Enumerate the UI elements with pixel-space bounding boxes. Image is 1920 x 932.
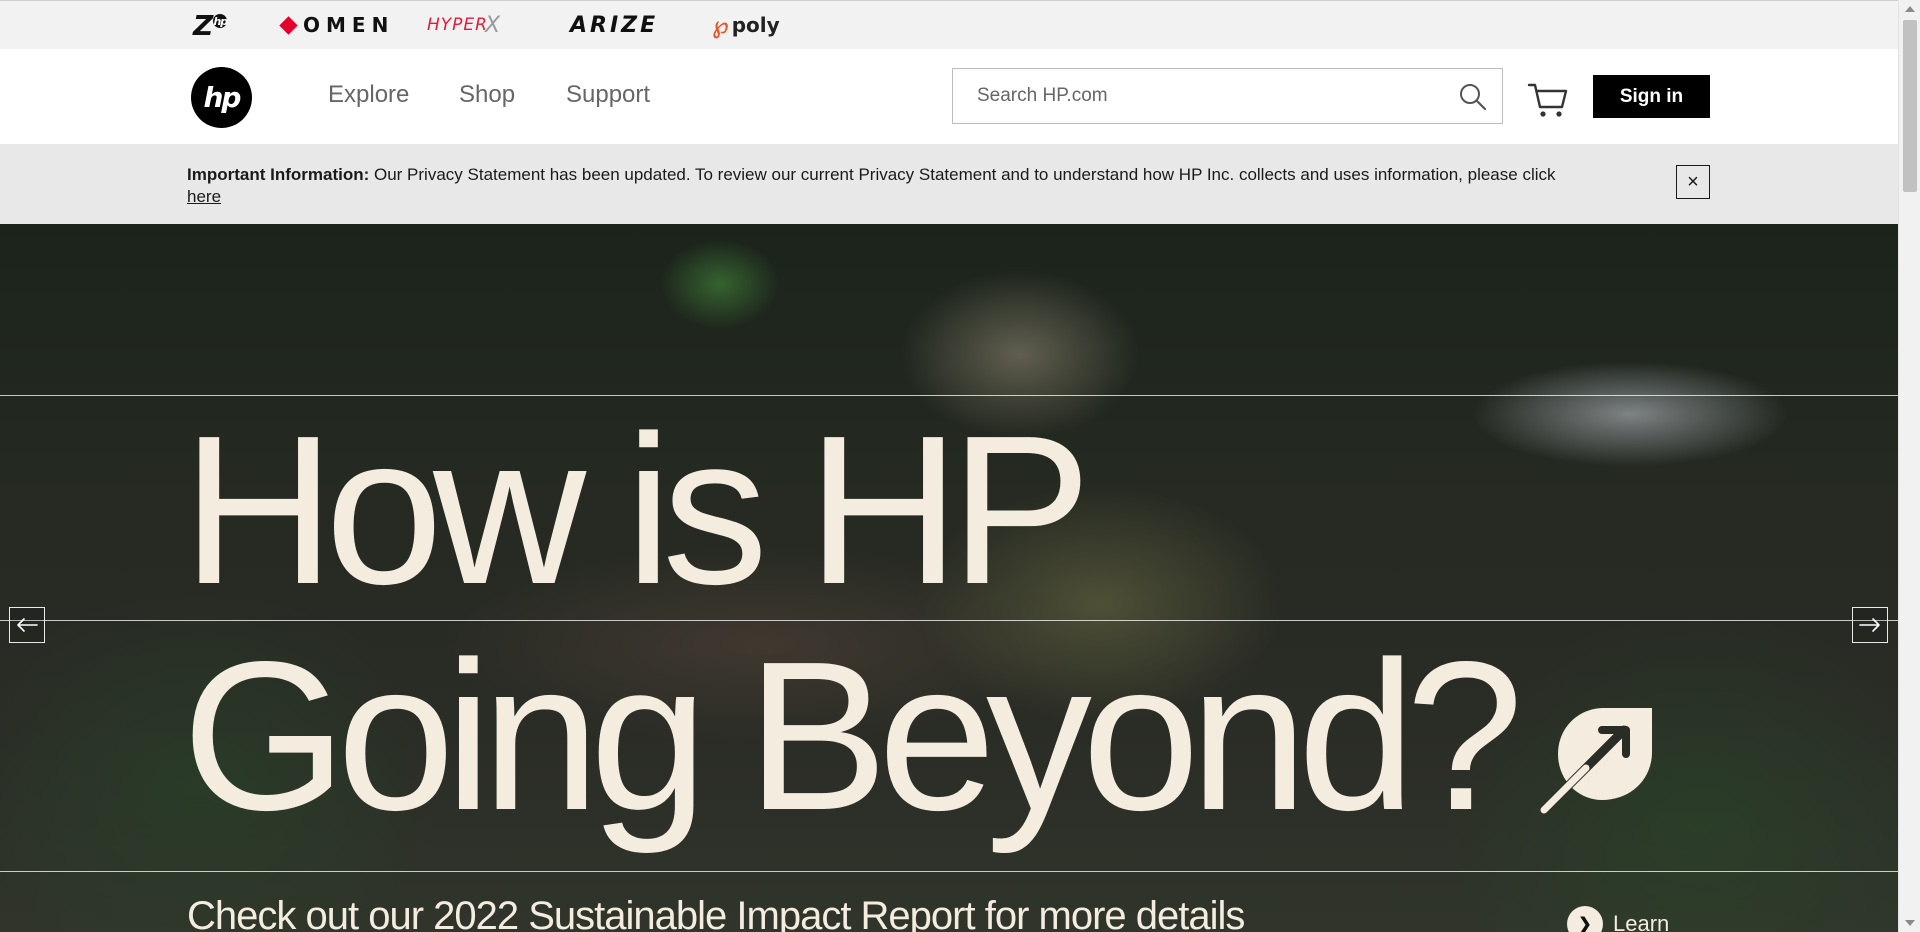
cart-icon[interactable] [1527, 79, 1569, 119]
notice-close-button[interactable]: × [1676, 165, 1710, 199]
notice-here-link[interactable]: here [187, 187, 221, 206]
nav-shop[interactable]: Shop [459, 81, 515, 109]
search-box [952, 68, 1503, 124]
page-scrollbar[interactable] [1898, 0, 1920, 932]
notice-body: Our Privacy Statement has been updated. … [374, 165, 1556, 184]
chevron-right-icon: ❯ [1567, 906, 1603, 932]
search-input[interactable] [953, 69, 1433, 123]
scroll-thumb[interactable] [1903, 20, 1917, 192]
hero-headline-line1: How is HP [182, 391, 1092, 628]
notice-text: Important Information: Our Privacy State… [187, 164, 1587, 208]
hero-headline-line2: Going Beyond? [182, 617, 1524, 854]
poly-mark-icon: ℘ [712, 11, 729, 39]
brand-poly-logo[interactable]: ℘ poly [712, 11, 780, 39]
nav-explore[interactable]: Explore [328, 81, 409, 109]
brand-z-by-hp-logo[interactable]: Zhp [193, 8, 228, 42]
learn-label: Learn [1613, 911, 1670, 932]
brand-omen-text: OMEN [303, 13, 395, 37]
brand-poly-text: poly [731, 13, 780, 37]
brand-arize-text: ARIZE [570, 12, 659, 38]
brand-z-badge: hp [213, 14, 228, 28]
arrow-left-icon [17, 618, 38, 632]
search-icon[interactable] [1458, 82, 1488, 112]
learn-glyph: ❯ [1578, 916, 1592, 932]
carousel-prev-button[interactable] [9, 607, 45, 643]
hp-logo-text: hp [203, 81, 242, 114]
brand-bar: Zhp OMEN HYPER X ARIZE ℘ poly [0, 0, 1898, 49]
sign-in-button[interactable]: Sign in [1593, 75, 1710, 118]
learn-more-link[interactable]: ❯ Learn [1567, 906, 1669, 932]
hp-logo[interactable]: hp [191, 67, 252, 128]
brand-hyperx-x: X [484, 12, 502, 38]
hero-banner: How is HP Going Beyond? Check out our 20… [0, 224, 1898, 932]
hero-divider [0, 871, 1898, 872]
scroll-up-arrow-icon[interactable] [1905, 6, 1915, 12]
privacy-notice: Important Information: Our Privacy State… [0, 144, 1898, 224]
brand-hyperx-text: HYPER [427, 15, 488, 35]
carousel-next-button[interactable] [1852, 607, 1888, 643]
nav-support[interactable]: Support [566, 81, 650, 109]
brand-omen-logo[interactable]: OMEN [279, 11, 395, 39]
scroll-down-arrow-icon[interactable] [1905, 920, 1915, 926]
hero-subline: Check out our 2022 Sustainable Impact Re… [187, 894, 1245, 932]
brand-hyperx-logo[interactable]: HYPER X [427, 11, 501, 39]
site-header: hp Explore Shop Support Sign in [0, 49, 1898, 144]
notice-label: Important Information: [187, 165, 370, 184]
leaf-arrow-icon [1540, 708, 1652, 814]
brand-arize-logo[interactable]: ARIZE [570, 11, 658, 39]
brand-z-text: Z [193, 8, 213, 42]
arrow-right-icon [1859, 618, 1880, 632]
omen-diamond-icon [279, 15, 298, 35]
